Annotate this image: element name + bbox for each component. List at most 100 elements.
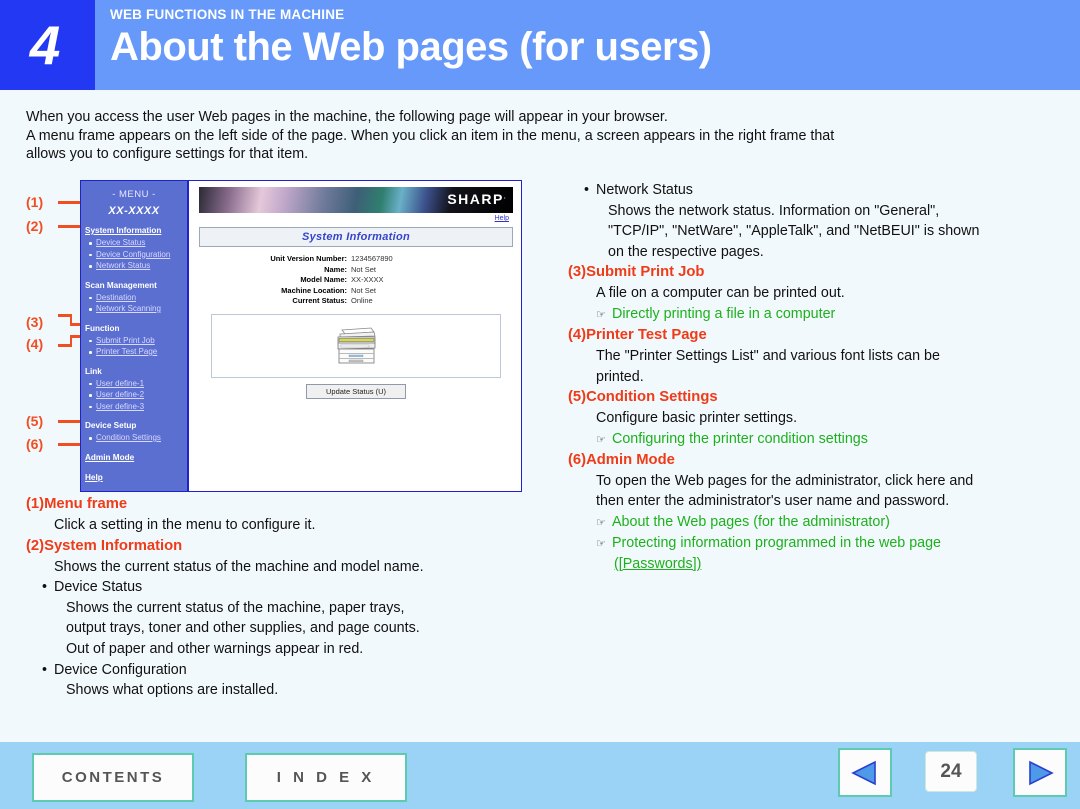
pointing-hand-icon: ☞ bbox=[596, 516, 606, 529]
section-4-line-2: printed. bbox=[596, 368, 644, 385]
bullet-device-status-title: Device Status bbox=[26, 577, 546, 598]
menu-heading-scan-management: Scan Management bbox=[85, 280, 157, 290]
bullet-device-configuration-title: Device Configuration bbox=[26, 660, 546, 681]
field-label-machine-location: Machine Location: bbox=[281, 285, 347, 295]
cross-reference-link-protecting-information[interactable]: ☞ Protecting information programmed in t… bbox=[568, 533, 1068, 554]
section-4-line-1: The "Printer Settings List" and various … bbox=[596, 347, 940, 364]
section-2-text: Shows the current status of the machine … bbox=[54, 558, 424, 575]
menu-group-system-information: System Information Device Status Device … bbox=[81, 225, 187, 272]
bullet-network-status-line-3: on the respective pages. bbox=[608, 243, 764, 260]
menu-item-admin-mode[interactable]: Admin Mode bbox=[85, 452, 187, 464]
chapter-number-block: 4 bbox=[0, 0, 95, 90]
main-frame-help-link[interactable]: Help bbox=[199, 215, 513, 222]
multifunction-printer-icon bbox=[337, 327, 376, 363]
previous-page-triangle-icon bbox=[851, 760, 876, 785]
field-label-unit-version: Unit Version Number: bbox=[270, 254, 347, 263]
intro-line-3: allows you to configure settings for tha… bbox=[26, 146, 309, 163]
field-row-model-name: Model Name: XX-XXXX bbox=[199, 275, 513, 286]
callout-2-leader bbox=[58, 225, 82, 228]
callout-1-label: (1) bbox=[26, 194, 44, 210]
menu-item-destination[interactable]: Destination bbox=[85, 292, 187, 304]
chapter-number: 4 bbox=[29, 13, 61, 76]
section-6-line-2: then enter the administrator's user name… bbox=[596, 493, 950, 510]
menu-frame-model: XX-XXXX bbox=[108, 205, 160, 217]
next-page-triangle-icon bbox=[1029, 760, 1054, 785]
intro-paragraph: When you access the user Web pages in th… bbox=[26, 108, 1056, 164]
page-title: About the Web pages (for users) bbox=[110, 24, 712, 69]
menu-frame-title: - MENU - bbox=[112, 189, 156, 200]
intro-line-1: When you access the user Web pages in th… bbox=[26, 109, 668, 125]
next-page-button[interactable] bbox=[1013, 748, 1067, 797]
pointing-hand-icon: ☞ bbox=[596, 433, 606, 446]
field-value-model-name: XX-XXXX bbox=[351, 275, 384, 284]
header-text-group: WEB FUNCTIONS IN THE MACHINE About the W… bbox=[110, 7, 712, 69]
field-value-name: Not Set bbox=[351, 264, 377, 274]
bullet-device-status-line-2: output trays, toner and other supplies, … bbox=[66, 620, 420, 637]
field-label-current-status: Current Status: bbox=[292, 296, 347, 305]
section-3-text: A file on a computer can be printed out. bbox=[596, 285, 845, 302]
right-text-column: Network Status Shows the network status.… bbox=[568, 180, 1068, 575]
section-6-line-1: To open the Web pages for the administra… bbox=[596, 472, 974, 489]
update-status-button[interactable]: Update Status (U) bbox=[306, 383, 406, 399]
cross-reference-link-admin-web-pages[interactable]: ☞ About the Web pages (for the administr… bbox=[568, 512, 1068, 533]
system-information-panel-title: System Information bbox=[199, 227, 513, 247]
sharp-brand-banner: SHARP. bbox=[199, 187, 513, 213]
menu-item-help[interactable]: Help bbox=[85, 472, 187, 484]
callout-5-label: (5) bbox=[26, 413, 44, 429]
menu-item-printer-test-page[interactable]: Printer Test Page bbox=[85, 346, 187, 358]
left-text-column: (1)Menu frame Click a setting in the men… bbox=[26, 494, 546, 701]
menu-item-user-define-3[interactable]: User define-3 bbox=[85, 401, 187, 413]
callout-5-leader bbox=[58, 420, 80, 423]
menu-group-function: Function Submit Print Job Printer Test P… bbox=[81, 323, 187, 358]
menu-heading-function: Function bbox=[85, 323, 120, 333]
callout-6-label: (6) bbox=[26, 436, 44, 452]
callout-6-leader bbox=[58, 443, 82, 446]
bullet-network-status-line-1: Shows the network status. Information on… bbox=[608, 202, 940, 219]
cross-reference-link-direct-print-label: Directly printing a file in a computer bbox=[612, 305, 836, 322]
contents-button[interactable]: CONTENTS bbox=[32, 753, 194, 802]
section-6-heading: (6)Admin Mode bbox=[568, 451, 675, 468]
field-row-unit-version: Unit Version Number: 1234567890 bbox=[199, 254, 513, 265]
intro-line-2: A menu frame appears on the left side of… bbox=[26, 127, 835, 144]
system-information-fields: Unit Version Number: 1234567890 Name: No… bbox=[199, 254, 513, 307]
section-2-heading: (2)System Information bbox=[26, 537, 183, 554]
menu-group-help: Help bbox=[81, 472, 187, 484]
menu-item-device-status[interactable]: Device Status bbox=[85, 237, 187, 249]
field-row-machine-location: Machine Location: Not Set bbox=[199, 286, 513, 297]
index-button[interactable]: I N D E X bbox=[245, 753, 407, 802]
cross-reference-link-protecting-information-label: Protecting information programmed in the… bbox=[612, 534, 942, 551]
field-value-current-status: Online bbox=[351, 296, 373, 305]
menu-item-device-configuration[interactable]: Device Configuration bbox=[85, 249, 187, 261]
callout-2-label: (2) bbox=[26, 218, 44, 234]
menu-item-user-define-1[interactable]: User define-1 bbox=[85, 378, 187, 390]
cross-reference-link-admin-web-pages-label: About the Web pages (for the administrat… bbox=[612, 513, 890, 530]
menu-group-link: Link User define-1 User define-2 User de… bbox=[81, 366, 187, 413]
web-page-screenshot-mockup: - MENU - XX-XXXX System Information Devi… bbox=[80, 180, 522, 492]
cross-reference-link-condition-settings[interactable]: ☞ Configuring the printer condition sett… bbox=[568, 429, 1068, 450]
sharp-logo: SHARP. bbox=[447, 191, 507, 207]
section-4-heading: (4)Printer Test Page bbox=[568, 326, 707, 343]
cross-reference-link-protecting-information-continuation[interactable]: ([Passwords]) bbox=[568, 554, 1068, 575]
cross-reference-link-direct-print[interactable]: ☞ Directly printing a file in a computer bbox=[568, 304, 1068, 325]
section-5-text: Configure basic printer settings. bbox=[596, 410, 798, 427]
pointing-hand-icon: ☞ bbox=[596, 537, 606, 550]
menu-heading-system-information[interactable]: System Information bbox=[85, 225, 187, 237]
menu-frame: - MENU - XX-XXXX System Information Devi… bbox=[81, 181, 189, 491]
page-header-banner: 4 WEB FUNCTIONS IN THE MACHINE About the… bbox=[0, 0, 1080, 90]
field-value-unit-version: 1234567890 bbox=[351, 254, 393, 263]
bullet-network-status-line-2: "TCP/IP", "NetWare", "AppleTalk", and "N… bbox=[608, 223, 980, 240]
bullet-device-status-line-1: Shows the current status of the machine,… bbox=[66, 599, 405, 616]
field-row-name: Name: Not Set bbox=[199, 265, 513, 276]
menu-item-network-scanning[interactable]: Network Scanning bbox=[85, 303, 187, 315]
field-label-name: Name: bbox=[324, 264, 347, 274]
field-label-model-name: Model Name: bbox=[300, 275, 347, 284]
menu-item-submit-print-job[interactable]: Submit Print Job bbox=[85, 335, 187, 347]
section-1-heading: (1)Menu frame bbox=[26, 496, 128, 512]
menu-item-condition-settings[interactable]: Condition Settings bbox=[85, 432, 187, 444]
menu-group-device-setup: Device Setup Condition Settings bbox=[81, 420, 187, 444]
menu-item-user-define-2[interactable]: User define-2 bbox=[85, 389, 187, 401]
menu-item-network-status[interactable]: Network Status bbox=[85, 260, 187, 272]
callout-1-leader bbox=[58, 201, 82, 204]
previous-page-button[interactable] bbox=[838, 748, 892, 797]
menu-heading-device-setup: Device Setup bbox=[85, 421, 137, 430]
